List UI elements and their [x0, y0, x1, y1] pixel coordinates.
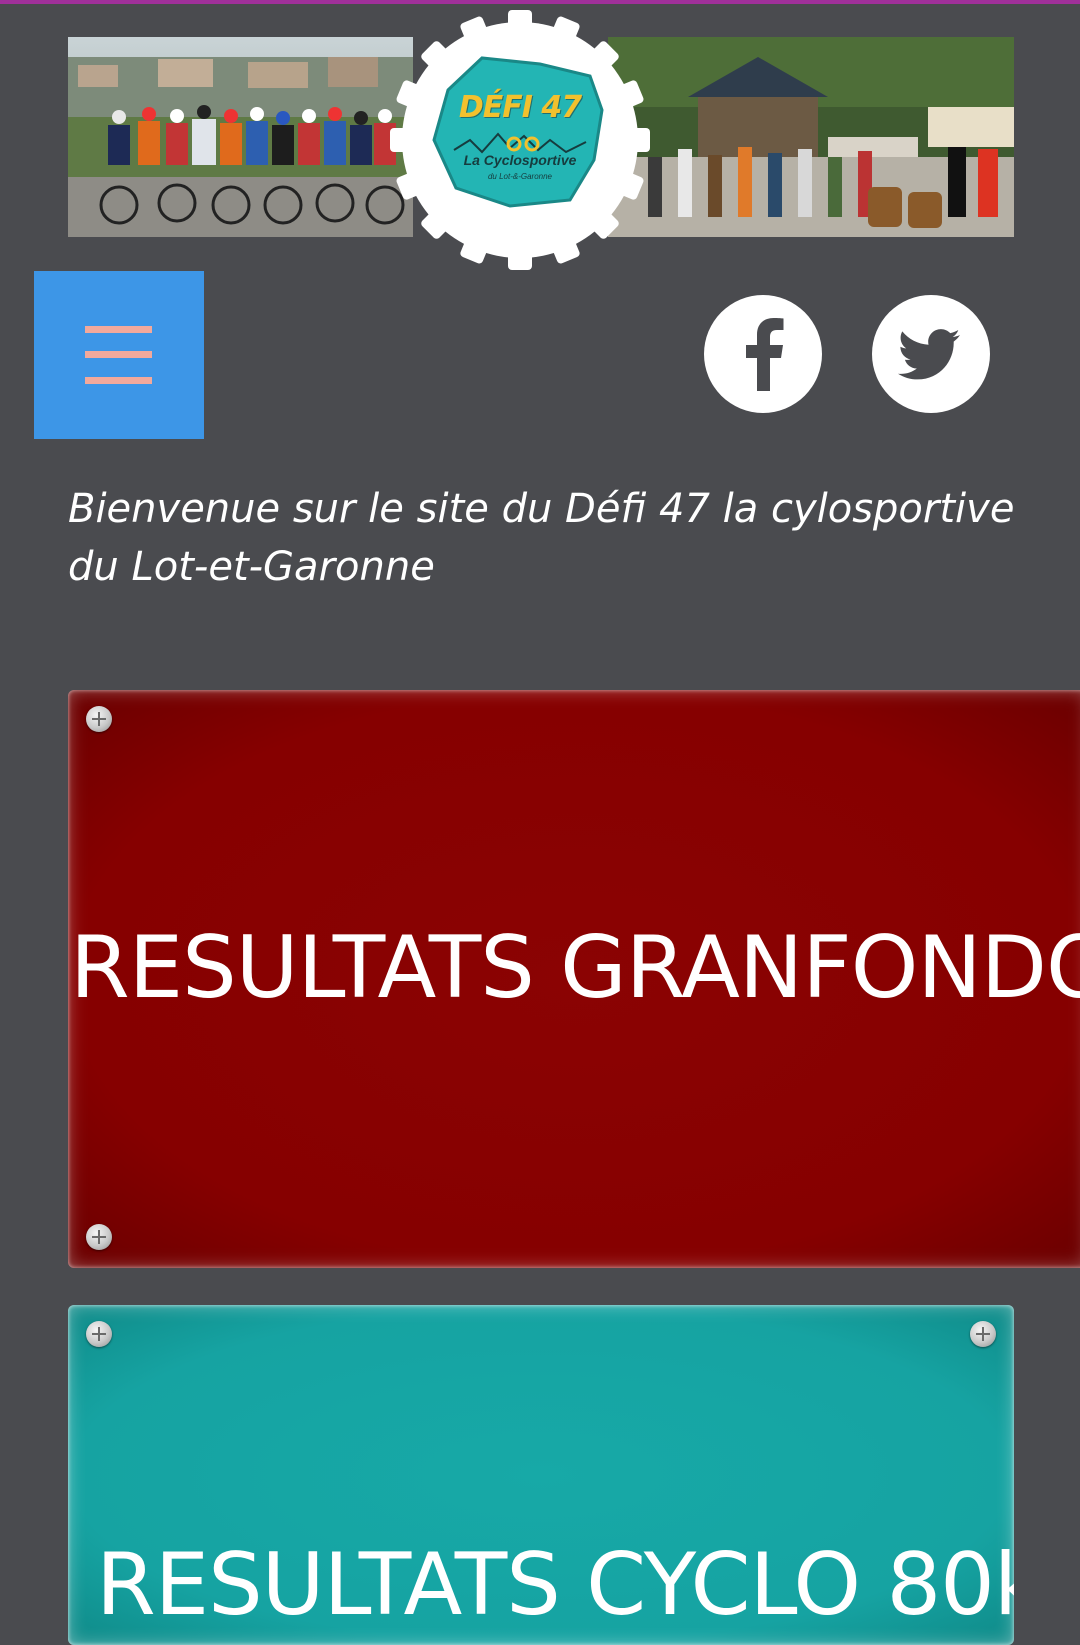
screw-icon — [970, 1321, 996, 1347]
facebook-icon — [746, 318, 784, 391]
results-granfondo-title: RESULTATS GRANFONDO 1 — [70, 918, 1080, 1018]
results-cyclo-title: RESULTATS CYCLO 80km — [96, 1535, 1014, 1635]
welcome-line-2: du Lot-et-Garonne — [68, 544, 435, 590]
top-accent-stripe — [0, 0, 1080, 4]
welcome-line-1: Bienvenue sur le site du Défi 47 la cylo… — [68, 486, 1015, 532]
logo-subtitle: La Cyclosportive — [463, 152, 577, 168]
welcome-text: Bienvenue sur le site du Défi 47 la cylo… — [68, 480, 1028, 596]
hamburger-line — [85, 351, 152, 358]
hamburger-line — [85, 326, 152, 333]
twitter-button[interactable] — [872, 295, 990, 413]
gear-logo-icon — [390, 10, 650, 270]
screw-icon — [86, 1321, 112, 1347]
logo-title: DÉFI 47 — [458, 90, 582, 125]
hamburger-line — [85, 377, 152, 384]
banner-cyclists-image — [68, 37, 413, 237]
screw-icon — [86, 706, 112, 732]
results-cyclo-panel[interactable]: RESULTATS CYCLO 80km — [68, 1305, 1014, 1645]
logo-tagline: du Lot-&-Garonne — [487, 172, 553, 181]
defi47-logo[interactable]: DÉFI 47 La Cyclosportive du Lot-&-Garonn… — [390, 10, 650, 270]
banner-market-image — [608, 37, 1014, 237]
menu-button[interactable] — [34, 271, 204, 439]
screw-icon — [86, 1224, 112, 1250]
facebook-button[interactable] — [704, 295, 822, 413]
results-granfondo-panel[interactable]: RESULTATS GRANFONDO 1 — [68, 690, 1080, 1268]
twitter-icon — [898, 329, 960, 380]
